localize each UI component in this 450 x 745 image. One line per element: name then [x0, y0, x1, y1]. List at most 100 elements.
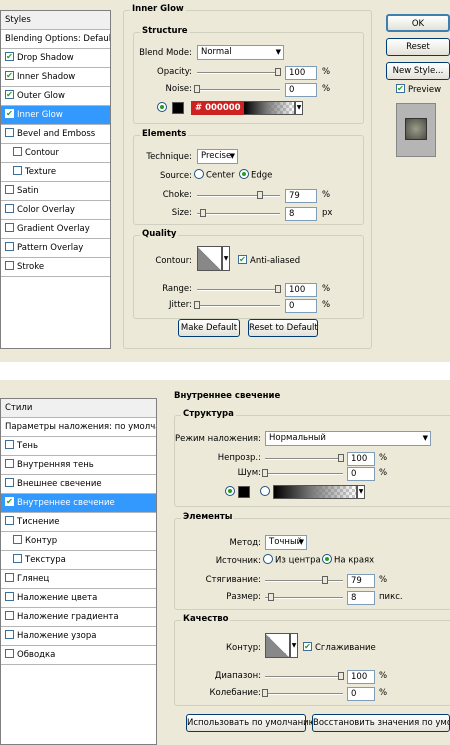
- new-style-button[interactable]: New Style...: [386, 62, 450, 80]
- style-item[interactable]: Обводка: [1, 646, 156, 665]
- anti-aliased-checkbox[interactable]: ✔ Anti-aliased: [238, 255, 300, 266]
- checkbox-icon[interactable]: [13, 554, 22, 563]
- jitter-slider-thumb[interactable]: [262, 689, 268, 697]
- checkbox-icon[interactable]: ✔: [5, 90, 14, 99]
- checkbox-icon[interactable]: ✔: [5, 109, 14, 118]
- noise-slider-thumb[interactable]: [194, 85, 200, 93]
- style-item[interactable]: ✔ Внутреннее свечение: [1, 494, 156, 513]
- checkbox-icon[interactable]: [5, 440, 14, 449]
- checkbox-icon[interactable]: [5, 573, 14, 582]
- range-slider-thumb[interactable]: [275, 285, 281, 293]
- style-item[interactable]: Контур: [1, 532, 156, 551]
- style-item[interactable]: Наложение градиента: [1, 608, 156, 627]
- color-hex-box[interactable]: # 000000: [191, 101, 243, 115]
- checkbox-icon[interactable]: [13, 535, 22, 544]
- style-item[interactable]: Текстура: [1, 551, 156, 570]
- size-slider-track[interactable]: [265, 597, 343, 599]
- noise-slider-thumb[interactable]: [262, 469, 268, 477]
- checkbox-icon[interactable]: ✔: [5, 71, 14, 80]
- style-item[interactable]: Gradient Overlay: [1, 220, 110, 239]
- range-slider-thumb[interactable]: [338, 672, 344, 680]
- size-slider-thumb[interactable]: [268, 593, 274, 601]
- chevron-down-icon[interactable]: ▼: [295, 101, 303, 115]
- reset-to-default-button[interactable]: Восстановить значения по умолчанию: [312, 714, 450, 732]
- source-center-radio[interactable]: Из центра: [263, 554, 321, 566]
- technique-select[interactable]: Точный ▼: [265, 535, 307, 550]
- checkbox-icon[interactable]: [5, 516, 14, 525]
- style-item[interactable]: Внешнее свечение: [1, 475, 156, 494]
- gradient-radio[interactable]: [260, 486, 272, 498]
- opacity-input[interactable]: 100: [285, 66, 317, 80]
- style-item[interactable]: Внутренняя тень: [1, 456, 156, 475]
- checkbox-icon[interactable]: [5, 459, 14, 468]
- checkbox-icon[interactable]: [5, 185, 14, 194]
- reset-button[interactable]: Reset: [386, 38, 450, 56]
- source-edge-radio[interactable]: На краях: [322, 554, 374, 566]
- range-slider-track[interactable]: [197, 289, 280, 291]
- glow-color-swatch[interactable]: [238, 486, 250, 498]
- jitter-slider-thumb[interactable]: [194, 301, 200, 309]
- ok-button[interactable]: OK: [386, 14, 450, 32]
- style-item[interactable]: Satin: [1, 182, 110, 201]
- checkbox-icon[interactable]: [13, 166, 22, 175]
- range-input[interactable]: 100: [285, 283, 317, 297]
- choke-input[interactable]: 79: [347, 574, 375, 588]
- make-default-button[interactable]: Использовать по умолчанию: [186, 714, 316, 732]
- style-item[interactable]: Наложение узора: [1, 627, 156, 646]
- range-input[interactable]: 100: [347, 670, 375, 684]
- style-item[interactable]: Bevel and Emboss: [1, 125, 110, 144]
- opacity-input[interactable]: 100: [347, 452, 375, 466]
- source-center-radio[interactable]: Center: [194, 169, 235, 181]
- choke-slider-track[interactable]: [265, 580, 343, 582]
- checkbox-icon[interactable]: ✔: [5, 497, 14, 506]
- choke-slider-track[interactable]: [197, 195, 280, 197]
- style-item[interactable]: Наложение цвета: [1, 589, 156, 608]
- size-input[interactable]: 8: [285, 207, 317, 221]
- choke-slider-thumb[interactable]: [322, 576, 328, 584]
- range-slider-track[interactable]: [265, 676, 343, 678]
- jitter-input[interactable]: 0: [285, 299, 317, 313]
- source-edge-radio[interactable]: Edge: [239, 169, 272, 181]
- jitter-slider-track[interactable]: [197, 305, 280, 307]
- style-item[interactable]: ✔ Drop Shadow: [1, 49, 110, 68]
- noise-slider-track[interactable]: [265, 473, 343, 475]
- size-slider-thumb[interactable]: [200, 209, 206, 217]
- style-item[interactable]: Contour: [1, 144, 110, 163]
- jitter-input[interactable]: 0: [347, 687, 375, 701]
- noise-slider-track[interactable]: [197, 89, 280, 91]
- size-slider-track[interactable]: [197, 213, 280, 215]
- jitter-slider-track[interactable]: [265, 693, 343, 695]
- anti-aliased-checkbox[interactable]: ✔ Сглаживание: [303, 642, 376, 653]
- opacity-slider-track[interactable]: [197, 72, 280, 74]
- blend-mode-select[interactable]: Нормальный ▼: [265, 431, 431, 446]
- style-item[interactable]: Глянец: [1, 570, 156, 589]
- checkbox-icon[interactable]: [5, 649, 14, 658]
- style-item[interactable]: Тиснение: [1, 513, 156, 532]
- blending-options-item[interactable]: Blending Options: Default: [1, 30, 110, 49]
- checkbox-icon[interactable]: [5, 478, 14, 487]
- chevron-down-icon[interactable]: ▼: [357, 485, 365, 499]
- style-item[interactable]: Texture: [1, 163, 110, 182]
- checkbox-icon[interactable]: [5, 611, 14, 620]
- color-radio[interactable]: [225, 486, 237, 498]
- gradient-swatch[interactable]: [243, 101, 295, 115]
- checkbox-icon[interactable]: ✔: [5, 52, 14, 61]
- style-item[interactable]: Stroke: [1, 258, 110, 277]
- choke-input[interactable]: 79: [285, 189, 317, 203]
- checkbox-icon[interactable]: [5, 242, 14, 251]
- style-item[interactable]: Color Overlay: [1, 201, 110, 220]
- choke-slider-thumb[interactable]: [257, 191, 263, 199]
- chevron-down-icon[interactable]: ▼: [222, 246, 230, 271]
- opacity-slider-thumb[interactable]: [275, 68, 281, 76]
- reset-to-default-button[interactable]: Reset to Default: [248, 319, 318, 337]
- checkbox-icon[interactable]: [5, 204, 14, 213]
- style-item[interactable]: Pattern Overlay: [1, 239, 110, 258]
- size-input[interactable]: 8: [347, 591, 375, 605]
- style-item[interactable]: Тень: [1, 437, 156, 456]
- checkbox-icon[interactable]: [5, 261, 14, 270]
- checkbox-icon[interactable]: [5, 128, 14, 137]
- checkbox-icon[interactable]: [5, 223, 14, 232]
- color-radio[interactable]: [157, 102, 169, 114]
- noise-input[interactable]: 0: [285, 83, 317, 97]
- style-item[interactable]: ✔ Inner Shadow: [1, 68, 110, 87]
